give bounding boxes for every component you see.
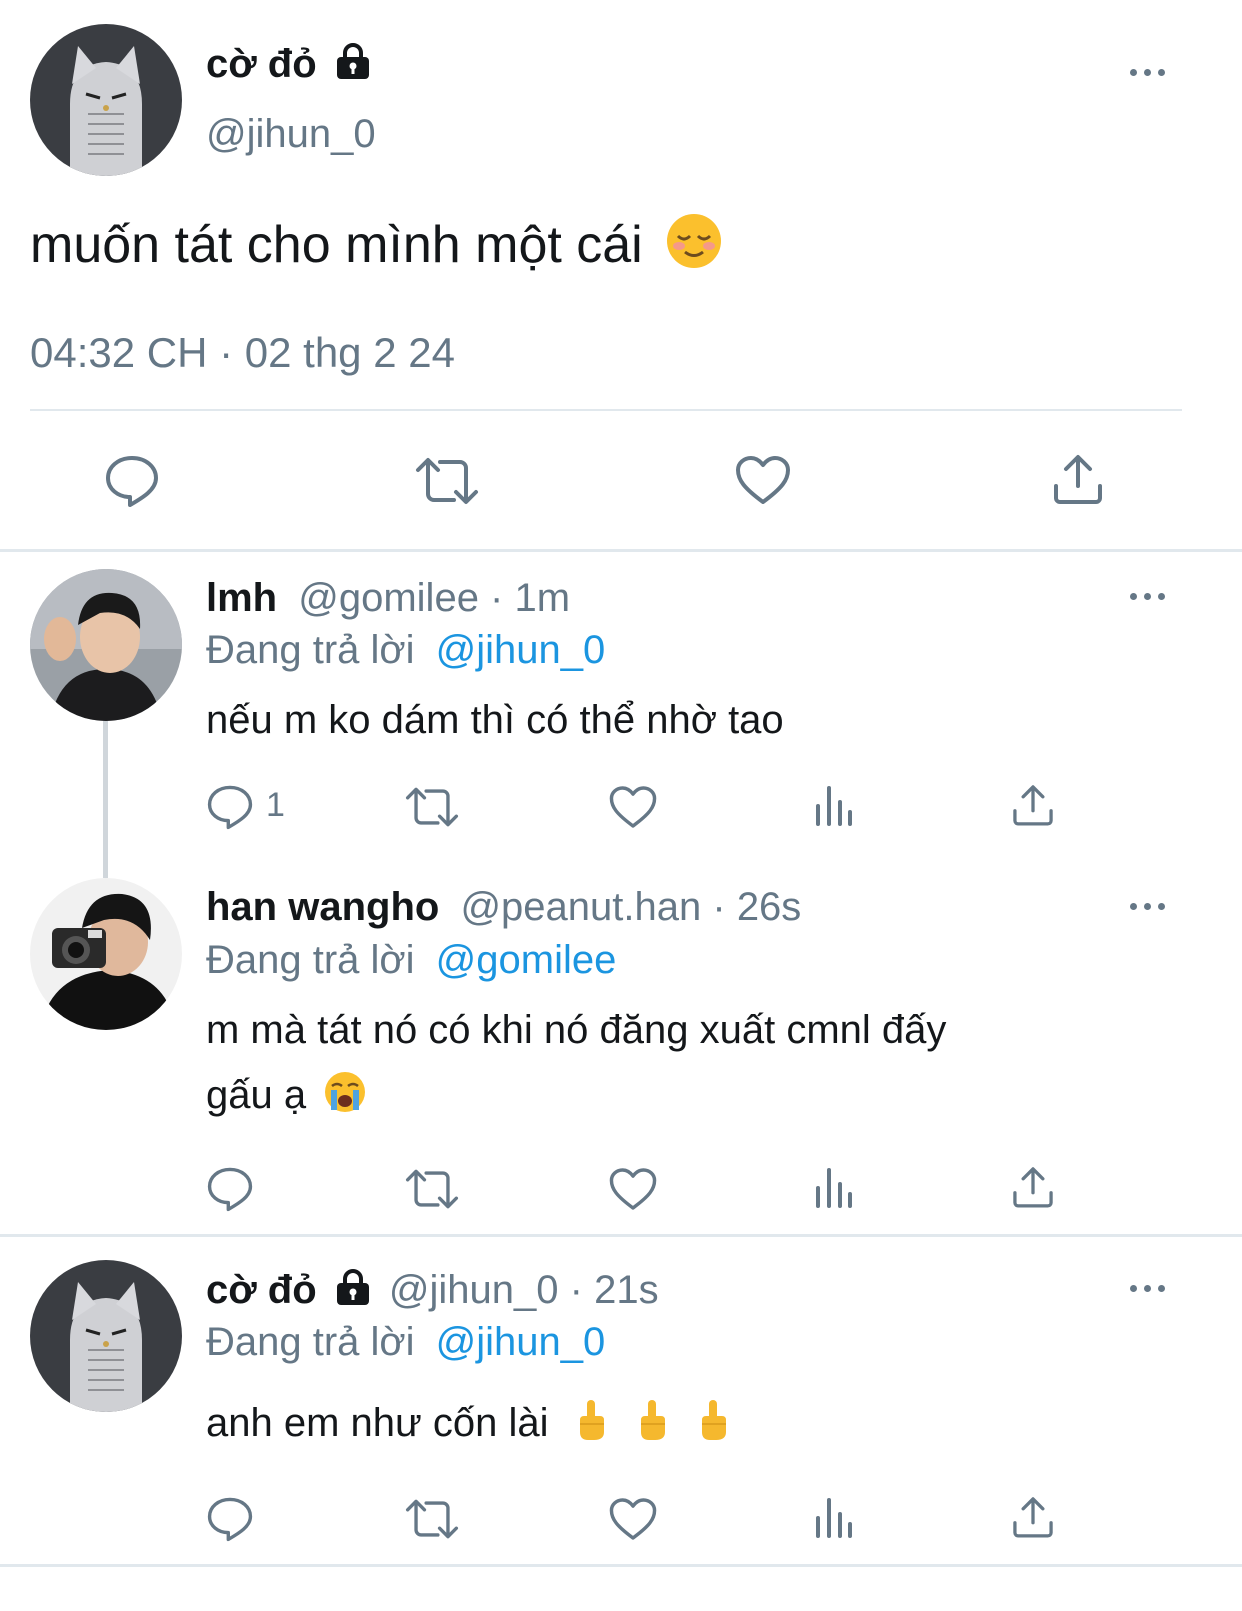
divider [0, 1564, 1242, 1567]
views-icon[interactable] [812, 784, 856, 828]
views-icon[interactable] [812, 1496, 856, 1540]
avatar-main[interactable] [30, 24, 182, 176]
thread-line [103, 720, 108, 878]
crying-face-icon [323, 1070, 367, 1125]
reply-text-line: m mà tát nó có khi nó đăng xuất cmnl đấy [206, 1008, 947, 1052]
reply-display-name[interactable]: lmh [206, 576, 277, 620]
share-icon[interactable] [1050, 452, 1106, 506]
replying-to-link[interactable]: @jihun_0 [436, 1320, 606, 1364]
reply-display-name[interactable]: han wangho [206, 885, 439, 929]
retweet-icon[interactable] [404, 1498, 460, 1540]
more-icon[interactable] [1128, 590, 1168, 602]
replying-to-label: Đang trả lời [206, 1320, 415, 1364]
main-handle[interactable]: @jihun_0 [206, 110, 376, 158]
smiling-face-icon [665, 212, 723, 285]
replying-to-label: Đang trả lời [206, 628, 415, 672]
reply-text: nếu m ko dám thì có thể nhờ tao [206, 698, 784, 742]
reply-count: 1 [266, 786, 285, 824]
middle-finger-icon [696, 1398, 730, 1453]
reply-handle[interactable]: @peanut.han [460, 885, 701, 929]
share-icon[interactable] [1010, 1494, 1056, 1540]
lock-icon [334, 42, 372, 90]
reply-text-line: gấu ạ [206, 1073, 307, 1118]
share-icon[interactable] [1010, 782, 1056, 828]
reply-icon[interactable] [206, 784, 254, 830]
replying-to-link[interactable]: @gomilee [436, 938, 617, 982]
main-tweet-text: muốn tát cho mình một cái [30, 216, 643, 275]
like-icon[interactable] [608, 1166, 658, 1212]
replying-to-label: Đang trả lời [206, 938, 415, 982]
reply-time[interactable]: · 26s [701, 885, 801, 929]
divider [0, 1234, 1242, 1237]
like-icon[interactable] [608, 784, 658, 830]
main-display-name[interactable]: cờ đỏ [206, 42, 317, 86]
divider [0, 549, 1242, 552]
more-icon[interactable] [1128, 900, 1168, 912]
retweet-icon[interactable] [414, 456, 480, 506]
reply-time[interactable]: · 21s [559, 1268, 659, 1312]
retweet-icon[interactable] [404, 1168, 460, 1210]
like-icon[interactable] [734, 454, 792, 506]
reply-icon[interactable] [104, 454, 160, 508]
divider [30, 409, 1182, 411]
reply-handle[interactable]: @gomilee [298, 576, 479, 620]
reply-icon[interactable] [206, 1496, 254, 1542]
main-timestamp[interactable]: 04:32 CH · 02 thg 2 24 [30, 328, 455, 378]
avatar-lmh[interactable] [30, 569, 182, 721]
more-icon[interactable] [1128, 66, 1168, 78]
retweet-icon[interactable] [404, 786, 460, 828]
lock-icon [334, 1268, 372, 1316]
more-icon[interactable] [1128, 1282, 1168, 1294]
reply-handle[interactable]: @jihun_0 [389, 1268, 559, 1312]
views-icon[interactable] [812, 1166, 856, 1210]
reply-text: anh em như cốn lài [206, 1401, 549, 1446]
avatar-main[interactable] [30, 1260, 182, 1412]
middle-finger-icon [574, 1398, 608, 1453]
avatar-han-wangho[interactable] [30, 878, 182, 1030]
like-icon[interactable] [608, 1496, 658, 1542]
share-icon[interactable] [1010, 1164, 1056, 1210]
reply-display-name[interactable]: cờ đỏ [206, 1268, 317, 1312]
replying-to-link[interactable]: @jihun_0 [436, 628, 606, 672]
middle-finger-icon [635, 1398, 669, 1453]
reply-icon[interactable] [206, 1166, 254, 1212]
reply-time[interactable]: · 1m [479, 576, 570, 620]
